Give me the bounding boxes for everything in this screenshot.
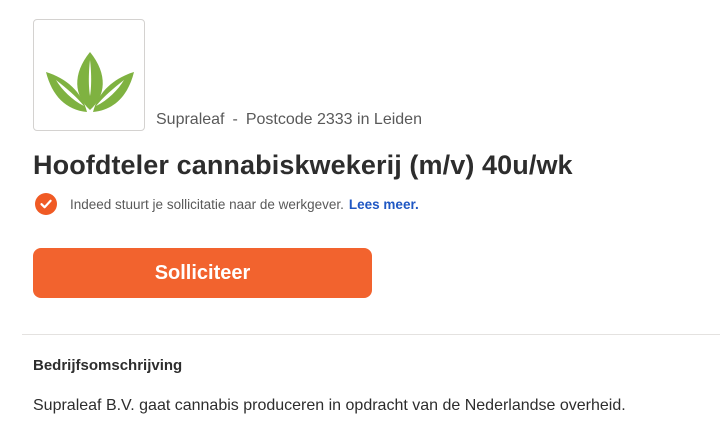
job-title: Hoofdteler cannabiskwekerij (m/v) 40u/wk: [33, 150, 573, 180]
company-separator: -: [232, 111, 238, 128]
read-more-link[interactable]: Lees meer.: [349, 197, 419, 212]
company-description-text: Supraleaf B.V. gaat cannabis produceren …: [33, 397, 626, 414]
company-name: Supraleaf: [156, 111, 225, 128]
company-location: Postcode 2333 in Leiden: [245, 111, 422, 128]
company-logo: [33, 19, 145, 131]
company-info: Supraleaf - Postcode 2333 in Leiden: [156, 111, 422, 129]
section-divider: [22, 334, 720, 335]
indeed-apply-notice: Indeed stuurt je sollicitatie naar de we…: [35, 193, 419, 215]
leaf-logo-icon: [46, 52, 134, 112]
company-description-heading: Bedrijfsomschrijving: [33, 357, 183, 374]
apply-button[interactable]: Solliciteer: [33, 248, 372, 298]
check-circle-icon: [35, 193, 57, 215]
notice-text: Indeed stuurt je sollicitatie naar de we…: [70, 196, 344, 212]
